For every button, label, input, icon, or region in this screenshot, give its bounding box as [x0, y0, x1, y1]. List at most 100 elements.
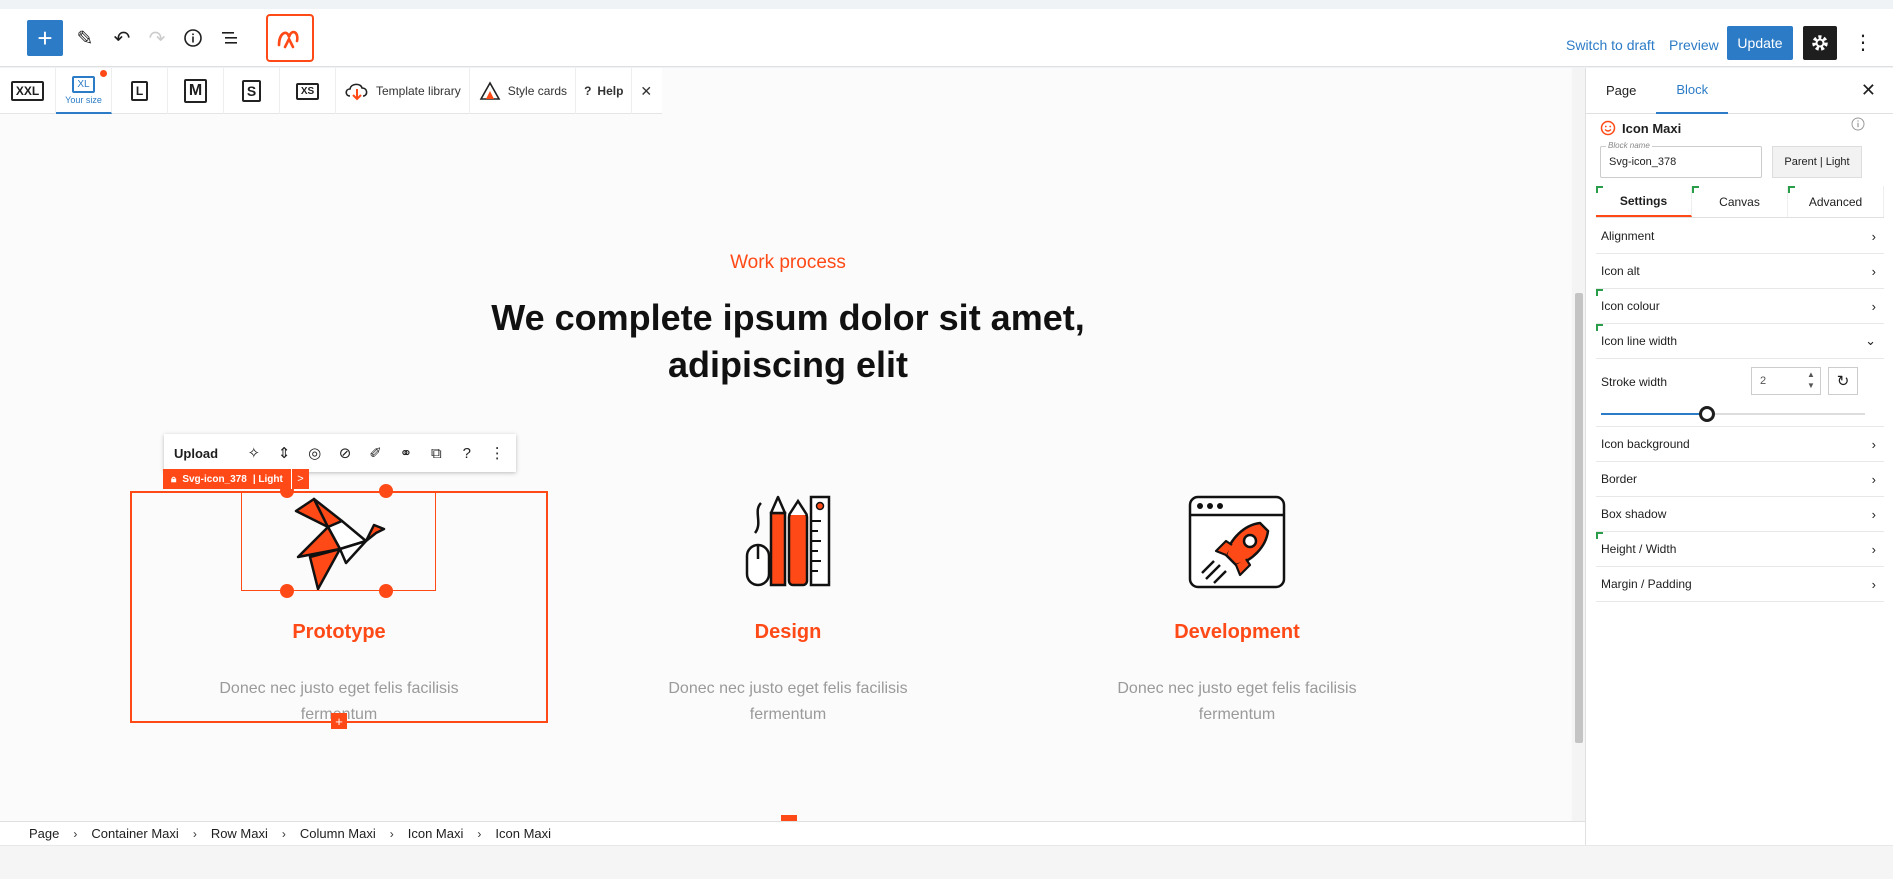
panel-icon-colour[interactable]: Icon colour › — [1596, 289, 1884, 324]
chevron-right-icon: › — [1871, 506, 1876, 522]
cloud-download-icon — [345, 83, 368, 101]
feature-title: Design — [754, 621, 822, 643]
undo-icon: ↶ — [113, 27, 131, 50]
list-view-button[interactable] — [212, 20, 248, 56]
block-tag-expand-button[interactable]: > — [291, 469, 309, 489]
feature-column-development[interactable]: Development Donec nec justo eget felis f… — [1027, 493, 1447, 728]
add-block-button[interactable]: + — [27, 20, 63, 56]
tab-label: Advanced — [1808, 194, 1863, 209]
block-name-tag[interactable]: 🔒︎ Svg-icon_378 | Light — [163, 469, 291, 489]
breadcrumb-item[interactable]: Container Maxi — [91, 826, 178, 841]
resize-handle[interactable] — [280, 584, 294, 598]
details-button[interactable] — [175, 20, 211, 56]
no-fill-icon[interactable]: ⊘ — [336, 444, 353, 462]
help-circle-icon[interactable]: ? — [458, 445, 475, 462]
size-label: L — [130, 81, 149, 101]
tab-canvas[interactable]: Canvas — [1692, 186, 1788, 217]
block-name-input[interactable]: Svg-icon_378 — [1600, 146, 1762, 178]
tab-page[interactable]: Page — [1586, 68, 1656, 114]
parent-style-button[interactable]: Parent | Light — [1772, 146, 1862, 178]
panel-icon-line-width[interactable]: Icon line width ⌄ — [1596, 324, 1884, 359]
panel-label: Alignment — [1601, 229, 1655, 243]
list-view-icon — [222, 32, 237, 44]
chevron-right-icon: › — [1871, 263, 1876, 279]
panel-label: Icon colour — [1601, 299, 1660, 313]
panel-border[interactable]: Border › — [1596, 462, 1884, 497]
tab-label: Settings — [1619, 193, 1668, 208]
panel-icon-alt[interactable]: Icon alt › — [1596, 254, 1884, 289]
colour-icon[interactable]: ◎ — [306, 444, 323, 462]
tab-block[interactable]: Block — [1656, 68, 1729, 114]
block-tag-name: Svg-icon_378 — [182, 473, 247, 485]
close-inspector-button[interactable]: ✕ — [1861, 80, 1876, 101]
indicator-corner — [1788, 186, 1795, 193]
redo-icon: ↷ — [148, 27, 166, 50]
pencil-icon: ✎ — [76, 27, 94, 50]
panel-box-shadow[interactable]: Box shadow › — [1596, 497, 1884, 532]
size-l-button[interactable]: L — [112, 68, 168, 114]
style-cards-button[interactable]: Style cards — [470, 68, 577, 114]
number-stepper[interactable]: ▲ ▼ — [1807, 369, 1815, 391]
alignment-icon[interactable]: ⇕ — [276, 444, 293, 462]
more-vertical-icon[interactable]: ⋮ — [489, 444, 506, 462]
chevron-right-icon: › — [1871, 436, 1876, 452]
slider-knob[interactable] — [1699, 406, 1715, 422]
more-options-button[interactable]: ⋮ — [1853, 33, 1873, 53]
block-tag-style: | Light — [252, 473, 283, 485]
size-m-button[interactable]: M — [168, 68, 224, 114]
tab-advanced[interactable]: Advanced — [1788, 186, 1884, 217]
add-block-below-button[interactable]: + — [331, 713, 347, 729]
size-xl-button[interactable]: XL Your size — [56, 68, 112, 114]
size-s-button[interactable]: S — [224, 68, 280, 114]
size-label: M — [183, 79, 208, 103]
settings-button[interactable] — [1803, 26, 1837, 60]
link-icon[interactable]: ⚭ — [397, 444, 414, 462]
maxi-toolbar-button[interactable] — [266, 14, 314, 62]
gear-icon — [1812, 35, 1828, 51]
breadcrumb-item[interactable]: Row Maxi — [211, 826, 268, 841]
resize-handle[interactable] — [379, 584, 393, 598]
redo-button[interactable]: ↷ — [139, 20, 175, 56]
info-icon — [1851, 117, 1865, 131]
chevron-right-icon: › — [1871, 471, 1876, 487]
canvas-scrollbar[interactable] — [1572, 68, 1585, 821]
design-tools-icon — [745, 495, 831, 587]
tab-settings[interactable]: Settings — [1596, 186, 1692, 217]
update-button[interactable]: Update — [1727, 26, 1793, 60]
chevron-down-icon: ⌄ — [1865, 333, 1876, 348]
feature-column-design[interactable]: Design Donec nec justo eget felis facili… — [578, 493, 998, 728]
undo-button[interactable]: ↶ — [104, 20, 140, 56]
rocket-window-icon — [1188, 495, 1286, 589]
panel-icon-background[interactable]: Icon background › — [1596, 427, 1884, 462]
editor-canvas: XXL XL Your size L M S XS Template libra… — [0, 68, 1585, 821]
panel-alignment[interactable]: Alignment › — [1596, 219, 1884, 254]
size-xxl-button[interactable]: XXL — [0, 68, 56, 114]
switch-to-draft-link[interactable]: Switch to draft — [1566, 37, 1655, 53]
edit-icon[interactable]: ✐ — [367, 444, 384, 462]
reset-button[interactable]: ↻ — [1828, 367, 1858, 395]
footer-strip — [0, 845, 1893, 879]
panel-margin-padding[interactable]: Margin / Padding › — [1596, 567, 1884, 602]
plus-icon: + — [37, 22, 53, 53]
close-sizebar-button[interactable]: ✕ — [632, 68, 660, 114]
icon-style-icon[interactable]: ✧ — [245, 444, 262, 462]
resize-handle[interactable] — [379, 484, 393, 498]
size-xs-button[interactable]: XS — [280, 68, 336, 114]
template-library-button[interactable]: Template library — [336, 68, 470, 114]
upload-button[interactable]: Upload — [174, 446, 218, 461]
duplicate-icon[interactable]: ⧉ — [428, 445, 445, 462]
stroke-width-slider[interactable] — [1601, 406, 1865, 422]
chevron-right-icon: › — [281, 826, 286, 841]
breadcrumb-item[interactable]: Icon Maxi — [408, 826, 464, 841]
breadcrumb-item[interactable]: Page — [29, 826, 59, 841]
breadcrumb-item[interactable]: Column Maxi — [300, 826, 376, 841]
help-button[interactable]: ? Help — [576, 68, 633, 114]
scroll-thumb[interactable] — [1575, 293, 1583, 743]
chevron-right-icon: › — [477, 826, 482, 841]
panel-label: Icon alt — [1601, 264, 1640, 278]
breadcrumb-item[interactable]: Icon Maxi — [495, 826, 551, 841]
tools-button[interactable]: ✎ — [67, 20, 103, 56]
preview-link[interactable]: Preview — [1669, 37, 1719, 53]
panel-height-width[interactable]: Height / Width › — [1596, 532, 1884, 567]
block-info-button[interactable] — [1851, 117, 1865, 136]
